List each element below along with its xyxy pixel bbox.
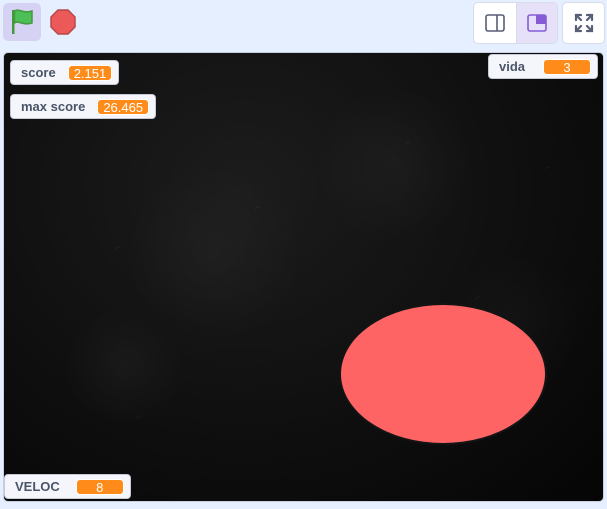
stage-toolbar (0, 0, 607, 50)
small-stage-icon (484, 14, 505, 32)
monitor-label: VELOC (15, 479, 60, 494)
monitor-value: 26.465 (97, 98, 150, 115)
stop-button[interactable] (47, 6, 79, 38)
monitor-value: 8 (75, 478, 124, 495)
normal-stage-button[interactable] (515, 3, 557, 43)
stage-size-toggle (473, 2, 558, 44)
stage-backdrop (4, 53, 603, 501)
ball-sprite[interactable] (339, 303, 547, 445)
monitor-label: score (21, 65, 56, 80)
stage[interactable]: ~ ~ ~ ~ ~ ~ score 2.151 max score 26.465… (3, 52, 604, 502)
monitor-value: 3 (543, 58, 592, 75)
stop-icon (50, 9, 76, 35)
fullscreen-icon (574, 13, 593, 33)
monitor-max-score[interactable]: max score 26.465 (10, 94, 157, 119)
fullscreen-button[interactable] (562, 2, 605, 44)
monitor-vida[interactable]: vida 3 (488, 54, 599, 79)
monitor-veloc[interactable]: VELOC 8 (4, 474, 131, 499)
normal-stage-icon (526, 14, 547, 32)
green-flag-button[interactable] (3, 3, 41, 41)
monitor-value: 2.151 (67, 64, 113, 81)
green-flag-icon (12, 9, 33, 34)
monitor-label: vida (499, 59, 526, 74)
small-stage-button[interactable] (474, 3, 516, 43)
monitor-score[interactable]: score 2.151 (10, 60, 120, 85)
monitor-label: max score (21, 99, 86, 114)
